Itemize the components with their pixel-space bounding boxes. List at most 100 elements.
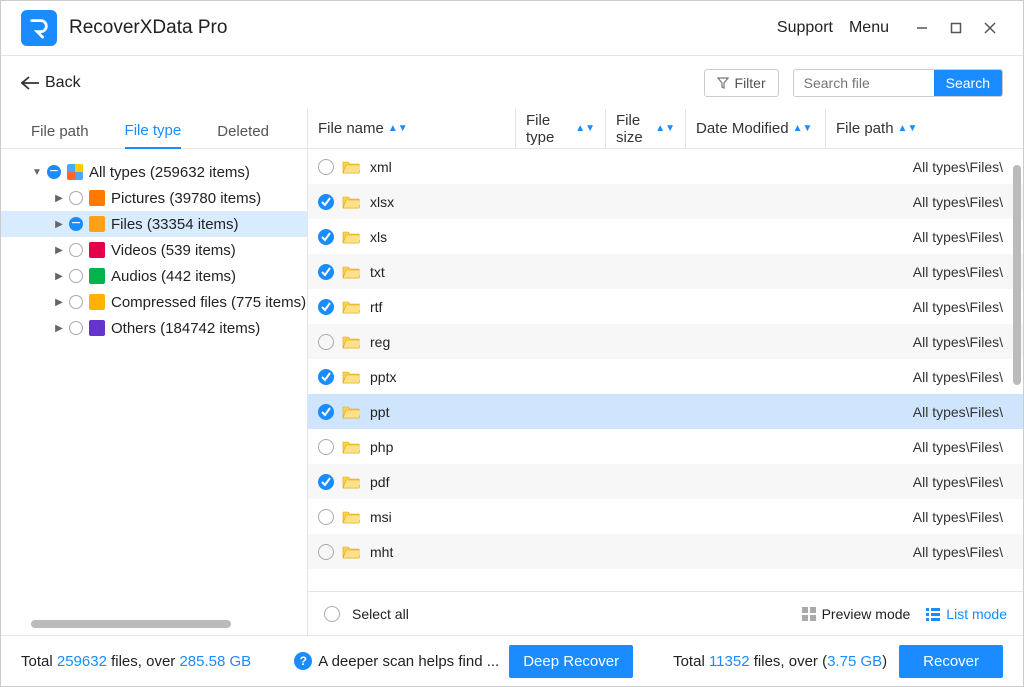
row-path: All types\Files\ bbox=[913, 474, 1023, 490]
help-icon[interactable]: ? bbox=[294, 652, 312, 670]
back-button[interactable]: Back bbox=[21, 74, 81, 92]
row-checkbox[interactable] bbox=[318, 474, 334, 490]
file-rows: xmlAll types\Files\xlsxAll types\Files\x… bbox=[308, 149, 1023, 591]
row-checkbox[interactable] bbox=[318, 264, 334, 280]
tree-check-icon[interactable] bbox=[69, 243, 83, 257]
grid-icon bbox=[802, 607, 816, 621]
row-path: All types\Files\ bbox=[913, 264, 1023, 280]
tree-root-label: All types (259632 items) bbox=[89, 164, 250, 181]
file-row[interactable]: mhtAll types\Files\ bbox=[308, 534, 1023, 569]
tree-item[interactable]: ▶−Files (33354 items) bbox=[1, 211, 307, 237]
filter-label: Filter bbox=[735, 75, 766, 91]
content: File name▲▼ File type▲▼ File size▲▼ Date… bbox=[307, 109, 1023, 635]
row-checkbox[interactable] bbox=[318, 334, 334, 350]
app-title: RecoverXData Pro bbox=[69, 17, 227, 39]
minimize-button[interactable] bbox=[905, 11, 939, 45]
row-name: ppt bbox=[370, 404, 530, 420]
search-input[interactable] bbox=[794, 70, 934, 96]
back-label: Back bbox=[45, 74, 81, 92]
menu-link[interactable]: Menu bbox=[849, 19, 889, 37]
folder-icon bbox=[342, 545, 360, 559]
row-checkbox[interactable] bbox=[318, 299, 334, 315]
col-header-path[interactable]: File path▲▼ bbox=[826, 109, 1023, 148]
tree-check-icon[interactable] bbox=[69, 269, 83, 283]
row-name: pdf bbox=[370, 474, 530, 490]
select-all-label: Select all bbox=[352, 606, 409, 622]
list-mode-button[interactable]: List mode bbox=[926, 606, 1007, 622]
filter-icon bbox=[717, 77, 729, 89]
row-checkbox[interactable] bbox=[318, 509, 334, 525]
row-checkbox[interactable] bbox=[318, 159, 334, 175]
search-button[interactable]: Search bbox=[934, 70, 1002, 96]
select-all-checkbox[interactable] bbox=[324, 606, 340, 622]
support-link[interactable]: Support bbox=[777, 19, 833, 37]
tree-root[interactable]: ▼ − All types (259632 items) bbox=[1, 159, 307, 185]
file-row[interactable]: pptxAll types\Files\ bbox=[308, 359, 1023, 394]
row-checkbox[interactable] bbox=[318, 439, 334, 455]
category-icon bbox=[89, 320, 105, 336]
chevron-right-icon: ▶ bbox=[53, 297, 65, 308]
col-header-size[interactable]: File size▲▼ bbox=[606, 109, 686, 148]
horizontal-scrollbar[interactable] bbox=[31, 620, 231, 628]
tree-check-icon[interactable]: − bbox=[47, 165, 61, 179]
row-name: msi bbox=[370, 509, 530, 525]
col-header-type[interactable]: File type▲▼ bbox=[516, 109, 606, 148]
maximize-button[interactable] bbox=[939, 11, 973, 45]
file-row[interactable]: xmlAll types\Files\ bbox=[308, 149, 1023, 184]
row-checkbox[interactable] bbox=[318, 194, 334, 210]
row-path: All types\Files\ bbox=[913, 334, 1023, 350]
file-row[interactable]: xlsAll types\Files\ bbox=[308, 219, 1023, 254]
file-row[interactable]: rtfAll types\Files\ bbox=[308, 289, 1023, 324]
tree-item[interactable]: ▶Compressed files (775 items) bbox=[1, 289, 307, 315]
tab-deleted[interactable]: Deleted bbox=[217, 115, 269, 148]
file-row[interactable]: regAll types\Files\ bbox=[308, 324, 1023, 359]
file-row[interactable]: pptAll types\Files\ bbox=[308, 394, 1023, 429]
tab-file-path[interactable]: File path bbox=[31, 115, 89, 148]
footer: Total 259632 files, over 285.58 GB ? A d… bbox=[1, 636, 1023, 686]
row-checkbox[interactable] bbox=[318, 404, 334, 420]
tree-check-icon[interactable]: − bbox=[69, 217, 83, 231]
category-icon bbox=[89, 216, 105, 232]
list-icon bbox=[926, 607, 940, 621]
tree-item[interactable]: ▶Audios (442 items) bbox=[1, 263, 307, 289]
file-row[interactable]: txtAll types\Files\ bbox=[308, 254, 1023, 289]
vertical-scrollbar[interactable] bbox=[1013, 165, 1021, 385]
footer-right: Total 11352 files, over (3.75 GB) bbox=[673, 653, 887, 670]
tree-check-icon[interactable] bbox=[69, 321, 83, 335]
row-name: pptx bbox=[370, 369, 530, 385]
folder-icon bbox=[342, 300, 360, 314]
row-name: mht bbox=[370, 544, 530, 560]
row-checkbox[interactable] bbox=[318, 544, 334, 560]
chevron-down-icon: ▼ bbox=[31, 167, 43, 178]
tree-item[interactable]: ▶Others (184742 items) bbox=[1, 315, 307, 341]
folder-icon bbox=[342, 265, 360, 279]
preview-mode-button[interactable]: Preview mode bbox=[802, 606, 911, 622]
folder-icon bbox=[342, 475, 360, 489]
filter-button[interactable]: Filter bbox=[704, 69, 779, 97]
file-row[interactable]: xlsxAll types\Files\ bbox=[308, 184, 1023, 219]
file-row[interactable]: msiAll types\Files\ bbox=[308, 499, 1023, 534]
file-row[interactable]: pdf All types\Files\ bbox=[308, 464, 1023, 499]
category-icon bbox=[89, 190, 105, 206]
tree-item-label: Files (33354 items) bbox=[111, 216, 239, 233]
col-header-name[interactable]: File name▲▼ bbox=[308, 109, 516, 148]
close-button[interactable] bbox=[973, 11, 1007, 45]
sidebar-tabs: File path File type Deleted bbox=[1, 109, 307, 149]
deep-scan-tip: A deeper scan helps find ... bbox=[318, 653, 499, 670]
tree-item[interactable]: ▶Videos (539 items) bbox=[1, 237, 307, 263]
col-header-date[interactable]: Date Modified▲▼ bbox=[686, 109, 826, 148]
tree-check-icon[interactable] bbox=[69, 295, 83, 309]
recover-button[interactable]: Recover bbox=[899, 645, 1003, 678]
row-name: php bbox=[370, 439, 530, 455]
tree-item[interactable]: ▶Pictures (39780 items) bbox=[1, 185, 307, 211]
chevron-right-icon: ▶ bbox=[53, 323, 65, 334]
row-checkbox[interactable] bbox=[318, 229, 334, 245]
app-window: RecoverXData Pro Support Menu Back Filte… bbox=[0, 0, 1024, 687]
tree-check-icon[interactable] bbox=[69, 191, 83, 205]
row-checkbox[interactable] bbox=[318, 369, 334, 385]
tree-item-label: Pictures (39780 items) bbox=[111, 190, 261, 207]
app-logo-icon bbox=[21, 10, 57, 46]
deep-recover-button[interactable]: Deep Recover bbox=[509, 645, 633, 678]
file-row[interactable]: phpAll types\Files\ bbox=[308, 429, 1023, 464]
tab-file-type[interactable]: File type bbox=[125, 114, 182, 149]
